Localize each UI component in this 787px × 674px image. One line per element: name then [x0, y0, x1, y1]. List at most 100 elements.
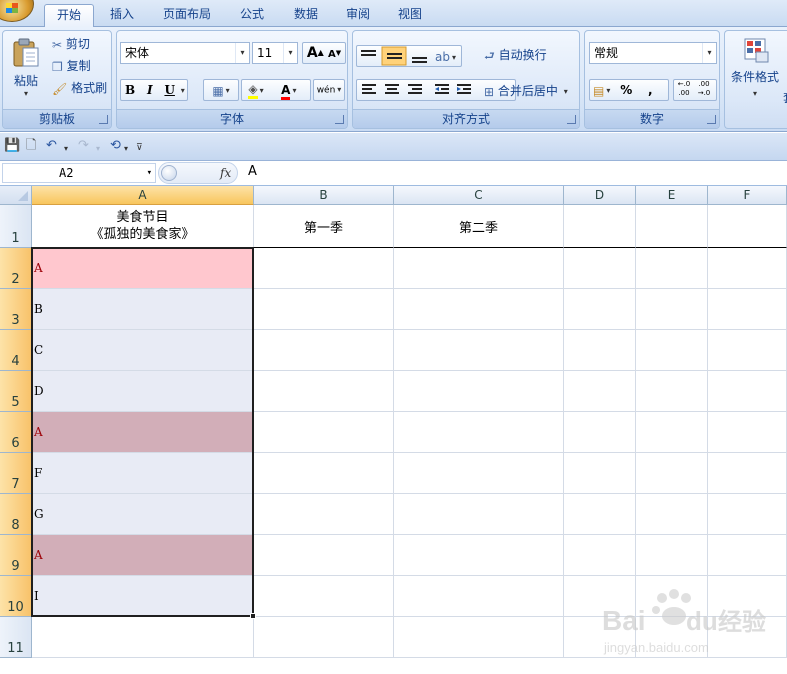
format-as-table-label[interactable]: 套 — [783, 89, 787, 106]
save-icon[interactable]: 💾 — [4, 139, 20, 153]
cell-e6[interactable] — [636, 412, 708, 453]
cell-f4[interactable] — [708, 330, 787, 371]
cell-e4[interactable] — [636, 330, 708, 371]
name-box[interactable]: A2 ▾ — [2, 163, 156, 183]
cell-e7[interactable] — [636, 453, 708, 494]
redo-icon[interactable]: ↷ — [78, 139, 89, 153]
cell-b1[interactable]: 第一季 — [254, 205, 394, 248]
cut-button[interactable]: ✂ 剪切 — [51, 33, 91, 55]
cell-d6[interactable] — [564, 412, 636, 453]
new-document-icon[interactable]: 🗋 — [26, 139, 36, 153]
format-painter-button[interactable]: 🖌 格式刷 — [51, 77, 108, 99]
dialog-launcher-icon[interactable] — [707, 115, 716, 124]
cell-e5[interactable] — [636, 371, 708, 412]
chevron-down-icon[interactable]: ▾ — [147, 164, 152, 182]
cell-c8[interactable] — [394, 494, 564, 535]
wrap-text-button[interactable]: ⮐ 自动换行 — [483, 44, 548, 66]
cell-f6[interactable] — [708, 412, 787, 453]
tab-page-layout[interactable]: 页面布局 — [152, 4, 222, 27]
cell-b11[interactable] — [254, 617, 394, 658]
cell-f2[interactable] — [708, 248, 787, 289]
align-right-icon[interactable] — [408, 84, 422, 94]
cell-f1[interactable] — [708, 205, 787, 248]
tab-home[interactable]: 开始 — [44, 4, 94, 28]
increase-decimal-button[interactable]: ←.0.00 — [674, 80, 694, 98]
cell-e1[interactable] — [636, 205, 708, 248]
cell-e8[interactable] — [636, 494, 708, 535]
cell-b7[interactable] — [254, 453, 394, 494]
cell-b6[interactable] — [254, 412, 394, 453]
orientation-icon[interactable]: ab ▾ — [435, 50, 456, 64]
cell-b9[interactable] — [254, 535, 394, 576]
cell-f10[interactable] — [708, 576, 787, 617]
chevron-down-icon[interactable]: ▾ — [181, 86, 185, 95]
repeat-icon[interactable]: ⟲ — [110, 139, 121, 153]
cell-b5[interactable] — [254, 371, 394, 412]
cell-d4[interactable] — [564, 330, 636, 371]
shrink-font-icon[interactable]: A — [328, 49, 336, 60]
cell-a10[interactable]: I — [32, 576, 254, 617]
cell-a1[interactable]: 美食节目 《孤独的美食家》 — [32, 205, 254, 248]
cell-e3[interactable] — [636, 289, 708, 330]
tab-formulas[interactable]: 公式 — [230, 4, 274, 27]
cell-d9[interactable] — [564, 535, 636, 576]
dialog-launcher-icon[interactable] — [567, 115, 576, 124]
cell-d5[interactable] — [564, 371, 636, 412]
cell-c2[interactable] — [394, 248, 564, 289]
font-color-button[interactable]: A ▾ — [274, 80, 304, 101]
cell-c11[interactable] — [394, 617, 564, 658]
cell-a4[interactable]: C — [32, 330, 254, 371]
column-header-c[interactable]: C — [394, 186, 564, 205]
merge-center-button[interactable]: ⊞ 合并后居中 ▾ — [483, 80, 569, 102]
conditional-formatting-button[interactable]: 条件格式 ▾ — [727, 37, 783, 98]
italic-button[interactable]: I — [147, 83, 153, 97]
column-header-f[interactable]: F — [708, 186, 787, 205]
cell-a9[interactable]: A — [32, 535, 254, 576]
currency-icon[interactable]: ▤ — [593, 84, 604, 98]
cell-f8[interactable] — [708, 494, 787, 535]
cell-d2[interactable] — [564, 248, 636, 289]
dialog-launcher-icon[interactable] — [335, 115, 344, 124]
column-header-d[interactable]: D — [564, 186, 636, 205]
row-header-6[interactable]: 6 — [0, 412, 32, 453]
row-header-1[interactable]: 1 — [0, 205, 32, 248]
cell-f5[interactable] — [708, 371, 787, 412]
customize-toolbar-icon[interactable]: ⊽ — [136, 141, 143, 155]
cell-c1[interactable]: 第二季 — [394, 205, 564, 248]
cell-d3[interactable] — [564, 289, 636, 330]
office-button[interactable] — [0, 0, 34, 22]
row-header-4[interactable]: 4 — [0, 330, 32, 371]
column-header-a[interactable]: A — [32, 186, 254, 205]
fill-color-button[interactable]: ◈ ▾ — [242, 80, 270, 101]
font-size-combo[interactable]: 11 ▾ — [252, 42, 298, 64]
cell-e9[interactable] — [636, 535, 708, 576]
cell-d8[interactable] — [564, 494, 636, 535]
cell-b2[interactable] — [254, 248, 394, 289]
cell-e10[interactable] — [636, 576, 708, 617]
percent-button[interactable]: % — [620, 83, 632, 97]
paste-button[interactable]: 粘贴 ▾ — [7, 35, 45, 105]
cell-c7[interactable] — [394, 453, 564, 494]
bold-button[interactable]: B — [125, 83, 135, 97]
tab-data[interactable]: 数据 — [284, 4, 328, 27]
comma-button[interactable]: , — [648, 83, 653, 97]
cell-a2[interactable]: A — [32, 248, 254, 289]
tab-view[interactable]: 视图 — [388, 4, 432, 27]
chevron-down-icon[interactable]: ▾ — [96, 142, 100, 156]
copy-button[interactable]: ❐ 复制 — [51, 55, 92, 77]
cell-b3[interactable] — [254, 289, 394, 330]
cell-f7[interactable] — [708, 453, 787, 494]
expand-handle-icon[interactable] — [161, 165, 177, 181]
number-format-combo[interactable]: 常规 ▾ — [589, 42, 717, 64]
align-center-icon[interactable] — [385, 84, 399, 94]
cell-f11[interactable] — [708, 617, 787, 658]
row-header-8[interactable]: 8 — [0, 494, 32, 535]
cell-c3[interactable] — [394, 289, 564, 330]
phonetic-button[interactable]: wén ▾ — [313, 79, 345, 101]
dialog-launcher-icon[interactable] — [99, 115, 108, 124]
cell-a3[interactable]: B — [32, 289, 254, 330]
cell-c4[interactable] — [394, 330, 564, 371]
row-header-2[interactable]: 2 — [0, 248, 32, 289]
underline-button[interactable]: U — [164, 83, 174, 97]
row-header-5[interactable]: 5 — [0, 371, 32, 412]
